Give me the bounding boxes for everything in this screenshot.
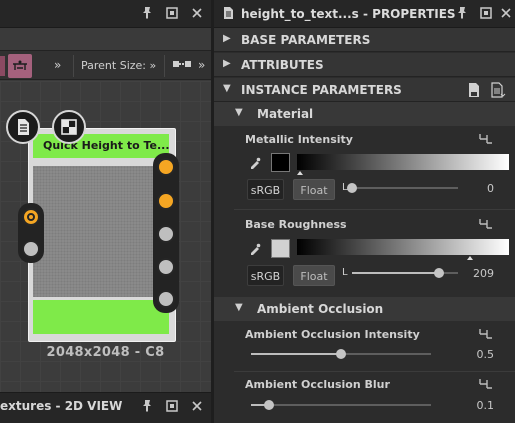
chevron-down-icon: ▼ [235, 107, 243, 118]
group-material[interactable]: ▼ Material [214, 102, 515, 126]
slider-handle[interactable] [433, 268, 444, 278]
reset-parameter-icon[interactable] [478, 217, 494, 231]
output-port-1[interactable] [157, 158, 175, 176]
slider-channel-label: L [342, 267, 348, 278]
pin-icon[interactable] [454, 6, 470, 22]
reset-parameter-icon[interactable] [478, 377, 494, 391]
output-port-5[interactable] [157, 290, 175, 308]
toolbar-edge-swatch [0, 56, 5, 76]
output-port-3[interactable] [157, 225, 175, 243]
checker-icon [61, 119, 77, 135]
view-2d-titlebar: extures - 2D VIEW [0, 392, 211, 423]
srgb-button[interactable]: sRGB [247, 265, 284, 286]
ao-intensity-slider[interactable] [251, 349, 431, 359]
slider-fill [352, 272, 439, 274]
srgb-button[interactable]: sRGB [247, 179, 284, 200]
ao-blur-value[interactable]: 0.1 [454, 399, 495, 412]
reset-parameter-icon[interactable] [478, 327, 494, 341]
slider-handle[interactable] [336, 349, 346, 359]
metallic-slider[interactable] [347, 183, 458, 193]
node-preview-thumbnail [33, 166, 169, 297]
param-divider [234, 209, 515, 210]
node-output-badge[interactable] [52, 110, 86, 144]
document-icon [220, 6, 236, 22]
float-button[interactable]: Float [293, 179, 335, 200]
chevron-right-icon: ▶ [223, 33, 231, 44]
toolbar-separator [164, 55, 165, 77]
eyedropper-icon[interactable] [249, 243, 261, 255]
toolbar-separator [73, 55, 74, 77]
input-port-height[interactable] [22, 208, 40, 226]
gradient-marker[interactable] [467, 256, 473, 260]
group-ambient-occlusion[interactable]: ▼ Ambient Occlusion [214, 297, 515, 321]
section-label: INSTANCE PARAMETERS [241, 83, 402, 97]
graph-toolbar: » Parent Size: » » [0, 50, 211, 80]
section-attributes[interactable]: ▶ ATTRIBUTES [214, 53, 515, 77]
ao-intensity-value[interactable]: 0.5 [454, 348, 495, 361]
parent-size-chevron[interactable]: » [150, 59, 157, 72]
link-icon[interactable] [172, 58, 192, 74]
view-2d-title: extures - 2D VIEW [0, 399, 123, 413]
reset-parameter-icon[interactable] [478, 132, 494, 146]
toolbar-overflow-chevron[interactable]: » [198, 58, 205, 72]
parent-size-text: Parent Size: [81, 59, 146, 72]
toolbar-overflow-chevron[interactable]: » [54, 58, 61, 72]
eyedropper-icon[interactable] [249, 157, 261, 169]
metallic-gradient-bar[interactable] [297, 154, 509, 170]
group-label: Ambient Occlusion [257, 302, 384, 316]
pin-icon[interactable] [139, 6, 155, 22]
group-label: Material [257, 107, 314, 121]
document-icon [18, 119, 29, 135]
param-label-ao-blur: Ambient Occlusion Blur [245, 378, 390, 391]
section-label: BASE PARAMETERS [241, 33, 371, 47]
frame-icon [13, 60, 27, 70]
gradient-marker[interactable] [297, 171, 303, 175]
graph-titlebar [0, 0, 211, 28]
close-icon[interactable] [189, 6, 205, 22]
node-footer-bar [33, 300, 169, 334]
slider-fill [251, 353, 341, 355]
param-label-ao-intensity: Ambient Occlusion Intensity [245, 328, 420, 341]
param-label-metallic-intensity: Metallic Intensity [245, 133, 353, 146]
roughness-slider[interactable] [352, 268, 458, 278]
restore-icon[interactable] [164, 6, 180, 22]
metallic-value[interactable]: 0 [454, 182, 494, 195]
input-port-secondary[interactable] [22, 240, 40, 258]
slider-handle[interactable] [264, 400, 274, 410]
chevron-right-icon: ▶ [223, 58, 231, 69]
graph-panel: » Parent Size: » » Quick Height to Te...… [0, 0, 211, 423]
section-instance-parameters[interactable]: ▼ INSTANCE PARAMETERS [214, 78, 515, 102]
properties-titlebar: height_to_text...s - PROPERTIES [214, 0, 515, 28]
preset-save-icon[interactable] [466, 82, 482, 98]
node-document-badge[interactable] [6, 110, 40, 144]
properties-title: height_to_text...s - PROPERTIES [241, 7, 456, 21]
properties-panel: height_to_text...s - PROPERTIES ▶ BASE P… [214, 0, 515, 423]
restore-icon[interactable] [164, 399, 180, 415]
roughness-value[interactable]: 209 [454, 267, 494, 280]
chevron-down-icon: ▼ [235, 302, 243, 313]
node-resolution-label: 2048x2048 - C8 [46, 345, 165, 360]
close-icon[interactable] [498, 6, 514, 22]
output-port-4[interactable] [157, 258, 175, 276]
chevron-down-icon: ▼ [223, 83, 231, 94]
parent-size-label: Parent Size: » [81, 59, 156, 72]
restore-icon[interactable] [478, 6, 494, 22]
preset-menu-icon[interactable] [490, 82, 506, 98]
frame-tool-button[interactable] [8, 54, 32, 78]
param-divider [234, 371, 515, 372]
float-button[interactable]: Float [293, 265, 335, 286]
metallic-color-swatch[interactable] [271, 153, 290, 172]
output-port-2[interactable] [157, 192, 175, 210]
roughness-gradient-bar[interactable] [297, 239, 509, 255]
section-base-parameters[interactable]: ▶ BASE PARAMETERS [214, 28, 515, 52]
roughness-color-swatch[interactable] [271, 239, 290, 258]
param-label-base-roughness: Base Roughness [245, 218, 347, 231]
slider-handle[interactable] [347, 183, 357, 193]
pin-icon[interactable] [139, 399, 155, 415]
section-label: ATTRIBUTES [241, 58, 324, 72]
ao-blur-slider[interactable] [251, 400, 431, 410]
close-icon[interactable] [189, 399, 205, 415]
